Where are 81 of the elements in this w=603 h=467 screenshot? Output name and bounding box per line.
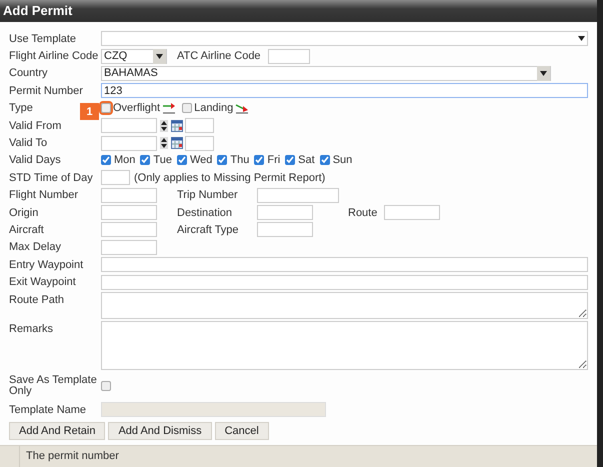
field-label: Permit Number — [9, 84, 84, 97]
field-label: Use Template — [9, 32, 78, 45]
airline-code-dropdown[interactable]: CZQ — [101, 48, 167, 64]
caret-icon — [156, 54, 163, 59]
template-dropdown[interactable] — [101, 31, 588, 46]
day-label: Wed — [190, 154, 212, 166]
checkbox[interactable] — [217, 155, 228, 166]
checkbox[interactable] — [101, 155, 111, 166]
input-field[interactable] — [101, 188, 157, 203]
field-label: Template Name — [9, 404, 88, 416]
field-label: Destination — [177, 206, 234, 219]
field-label: STD Time of Day — [9, 172, 94, 184]
checkbox[interactable] — [140, 155, 150, 166]
spinner-icon[interactable] — [160, 137, 168, 150]
input-field[interactable] — [257, 222, 313, 238]
text-area[interactable] — [101, 292, 588, 319]
hint-text: (Only applies to Missing Permit Report) — [134, 172, 326, 184]
input-field[interactable] — [101, 257, 588, 272]
input-field[interactable] — [101, 205, 157, 220]
field-label: Aircraft — [9, 224, 45, 236]
option-label: Landing — [194, 102, 234, 114]
input-field[interactable] — [101, 274, 588, 290]
day-label: Sun — [332, 154, 352, 166]
checkbox[interactable] — [285, 155, 296, 166]
country-dropdown[interactable]: BAHAMAS — [101, 66, 551, 81]
input-field[interactable] — [257, 205, 313, 220]
landing-icon — [235, 102, 250, 114]
field-label: Aircraft Type — [177, 224, 240, 236]
input-field[interactable] — [268, 48, 310, 64]
step-badge: 1 — [80, 103, 99, 120]
status-text: The permit number — [25, 449, 119, 464]
window-title: Add Permit — [0, 0, 597, 22]
field-label: Remarks — [9, 322, 54, 335]
day-label: Thu — [230, 154, 250, 166]
field-label: Trip Number — [177, 189, 239, 202]
field-label: Save As Template Only — [9, 374, 98, 397]
field-label: Valid To — [9, 137, 48, 150]
time-field[interactable] — [185, 136, 214, 151]
checkbox[interactable] — [101, 380, 111, 391]
field-label: Type — [9, 102, 33, 114]
field-label: Valid Days — [9, 154, 62, 166]
input-field[interactable] — [384, 205, 440, 220]
checkbox[interactable] — [176, 155, 187, 166]
spinner-icon[interactable] — [160, 120, 168, 132]
field-label: Exit Waypoint — [9, 276, 77, 288]
field-label: Valid From — [9, 120, 62, 132]
input-field[interactable]: 123 — [101, 83, 588, 98]
calendar-icon[interactable] — [171, 137, 183, 150]
field-label: Route Path — [9, 292, 66, 306]
caret-icon — [540, 70, 547, 76]
input-field[interactable] — [101, 222, 157, 238]
checkbox[interactable] — [182, 103, 192, 114]
day-label: Fri — [267, 154, 280, 166]
day-label: Mon — [114, 154, 136, 166]
field-label: Flight Airline Code — [9, 50, 100, 62]
date-field[interactable] — [101, 136, 157, 151]
calendar-icon[interactable] — [171, 120, 183, 132]
day-label: Sat — [298, 154, 315, 166]
level-flight-icon — [162, 102, 176, 114]
field-label: ATC Airline Code — [177, 50, 262, 62]
time-field[interactable] — [185, 118, 214, 134]
date-field[interactable] — [101, 118, 157, 134]
action-button[interactable]: Add And Dismiss — [108, 422, 212, 440]
action-button[interactable]: Cancel — [214, 422, 269, 440]
field-label: Origin — [9, 206, 40, 219]
field-label: Country — [9, 67, 49, 80]
checkbox[interactable] — [254, 155, 264, 166]
input-field[interactable] — [101, 170, 130, 186]
input-field[interactable] — [257, 188, 339, 203]
option-label: Overflight — [113, 102, 160, 114]
field-label: Max Delay — [9, 241, 62, 254]
input-field[interactable] — [101, 240, 157, 255]
checkbox[interactable] — [101, 103, 111, 114]
checkbox[interactable] — [320, 155, 330, 166]
field-label: Flight Number — [9, 189, 80, 202]
field-label: Route — [348, 206, 378, 219]
field-label: Entry Waypoint — [9, 258, 84, 271]
caret-icon — [578, 36, 585, 42]
action-button[interactable]: Add And Retain — [9, 422, 106, 440]
text-area[interactable] — [101, 320, 588, 370]
day-label: Tue — [153, 154, 172, 166]
